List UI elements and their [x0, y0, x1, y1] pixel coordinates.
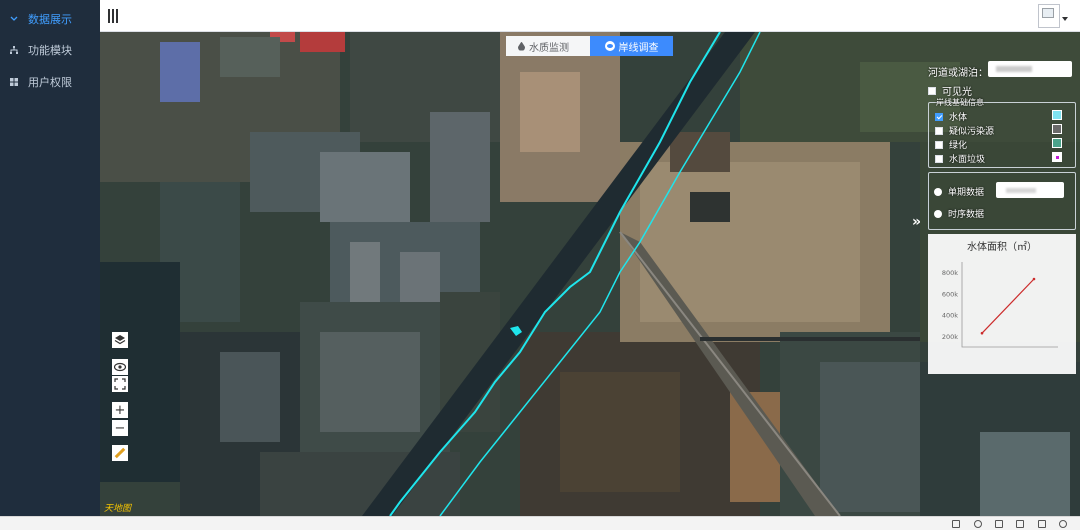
layer-greening[interactable]: 绿化: [935, 138, 967, 151]
sidebar: 数据展示 功能模块 用户权限: [0, 0, 100, 516]
radio-time-series[interactable]: 时序数据: [934, 207, 984, 220]
layer-water-body[interactable]: 水体: [935, 110, 967, 123]
y-tick-label: 600k: [942, 290, 958, 298]
fullscreen-icon[interactable]: [112, 376, 128, 392]
volume-icon[interactable]: [1016, 520, 1024, 528]
expand-chevron-icon[interactable]: »: [912, 214, 921, 230]
tab-label: 岸线调查: [618, 42, 659, 54]
y-tick-label: 800k: [942, 269, 958, 277]
single-period-select[interactable]: [996, 182, 1064, 198]
layer-pollution-source[interactable]: 疑似污染源: [935, 124, 994, 137]
map-watermark-logo: 天地图: [104, 504, 132, 514]
zoom-out-icon[interactable]: −: [112, 420, 128, 436]
tab-label: 水质监测: [529, 42, 569, 54]
ruler-icon[interactable]: [112, 445, 128, 461]
radio-label: 时序数据: [948, 210, 985, 220]
data-point[interactable]: [1032, 277, 1036, 281]
tab-water-quality[interactable]: 水质监测: [506, 36, 590, 56]
hamburger-menu-icon[interactable]: [108, 9, 118, 23]
sidebar-item-label: 用户权限: [28, 76, 72, 89]
period-group: [928, 172, 1076, 230]
zoom-in-icon[interactable]: +: [112, 402, 128, 418]
y-tick-label: 400k: [942, 312, 958, 320]
copy-icon[interactable]: [1038, 520, 1046, 528]
pin-icon[interactable]: [952, 520, 960, 528]
visibility-eye-icon[interactable]: [112, 359, 128, 375]
grid-icon: [0, 77, 28, 87]
checkbox[interactable]: [935, 112, 943, 121]
search-icon[interactable]: [1059, 520, 1067, 528]
caret-down-icon[interactable]: [1062, 17, 1068, 21]
avatar[interactable]: [1038, 4, 1060, 28]
tab-shoreline-survey[interactable]: 岸线调查: [590, 36, 673, 56]
sidebar-item-function-module[interactable]: 功能模块: [0, 35, 100, 65]
layer-surface-garbage[interactable]: 水面垃圾: [935, 152, 985, 165]
taskbar: [0, 516, 1080, 530]
layer-label: 绿化: [949, 141, 968, 151]
checkbox[interactable]: [928, 86, 936, 95]
group-title: 岸线基础信息: [936, 98, 984, 107]
swatch-greening: [1052, 138, 1062, 148]
sidebar-item-user-permission[interactable]: 用户权限: [0, 67, 100, 97]
sidebar-item-label: 功能模块: [28, 44, 72, 57]
river-lake-select[interactable]: [988, 61, 1072, 77]
delete-icon[interactable]: [995, 520, 1003, 528]
chart-title: 水体面积（㎡）: [967, 242, 1037, 253]
sidebar-item-data-display[interactable]: 数据展示: [0, 4, 100, 34]
hierarchy-icon: [0, 45, 28, 55]
eye-icon: [604, 41, 615, 51]
river-lake-label: 河道或湖泊：: [928, 68, 988, 79]
visible-light-checkbox[interactable]: 可见光: [928, 83, 972, 98]
swatch-surface-garbage: [1052, 152, 1062, 162]
water-drop-icon: [518, 41, 525, 51]
sidebar-item-label: 数据展示: [28, 13, 72, 26]
mode-tabs: 水质监测 岸线调查: [506, 36, 673, 56]
radio-button[interactable]: [934, 187, 942, 196]
layers-icon[interactable]: [112, 332, 128, 348]
checkbox[interactable]: [935, 154, 943, 163]
series-line: [981, 278, 1035, 334]
checkbox-label: 可见光: [942, 87, 972, 98]
layer-label: 疑似污染源: [949, 127, 995, 137]
checkbox[interactable]: [935, 140, 943, 149]
layer-label: 水体: [949, 113, 968, 123]
top-header: [100, 0, 1080, 32]
data-point[interactable]: [980, 331, 984, 335]
chevron-down-icon: [0, 14, 28, 24]
checkbox[interactable]: [935, 126, 943, 135]
capture-icon[interactable]: [974, 520, 982, 528]
radio-button[interactable]: [934, 209, 942, 218]
layer-label: 水面垃圾: [949, 155, 986, 165]
chart-plot: 800k 600k 400k 200k: [942, 262, 1058, 348]
radio-label: 单期数据: [948, 188, 985, 198]
y-tick-label: 200k: [942, 333, 958, 341]
water-area-chart: 水体面积（㎡） 800k 600k 400k 200k: [928, 234, 1076, 374]
radio-single-period[interactable]: 单期数据: [934, 185, 984, 198]
swatch-pollution-source: [1052, 124, 1062, 134]
swatch-water-body: [1052, 110, 1062, 120]
